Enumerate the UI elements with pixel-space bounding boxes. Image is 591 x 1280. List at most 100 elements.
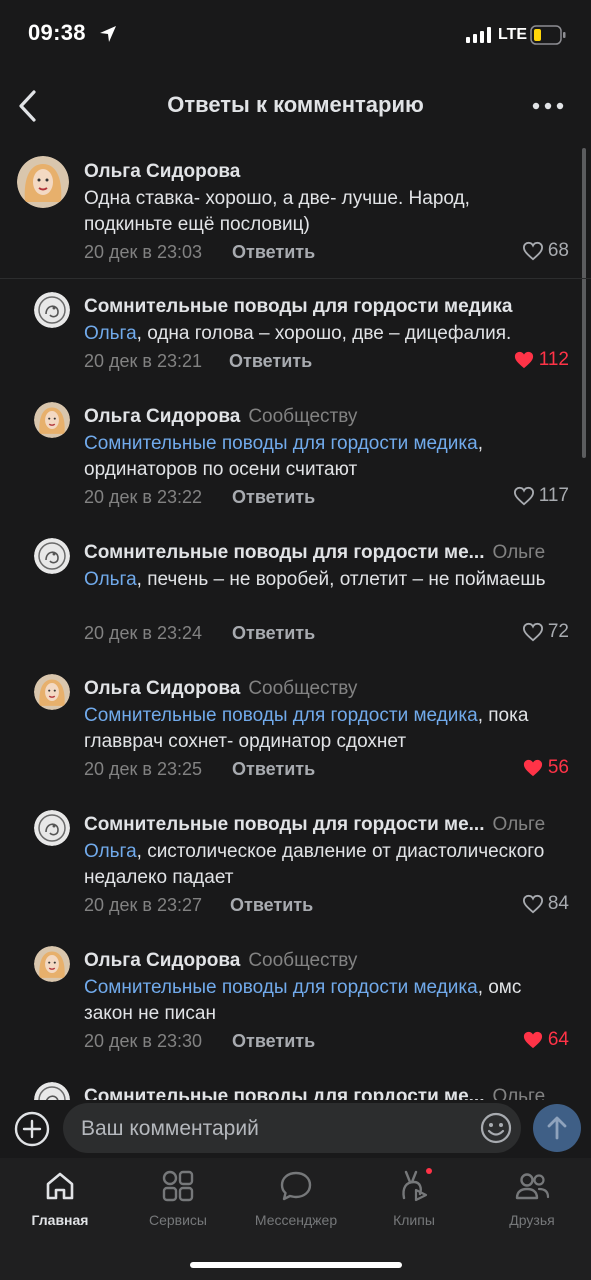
community-avatar[interactable]	[34, 538, 70, 574]
home-indicator[interactable]	[190, 1262, 402, 1268]
comment-author[interactable]: Ольга Сидорова	[84, 406, 240, 427]
status-bar: 09:38 LTE	[0, 0, 591, 70]
comment-body: , одна голова – хорошо, две – дицефалия.	[136, 323, 512, 344]
more-dots-icon[interactable]	[528, 94, 568, 118]
comment-item: Ольга Сидорова Сообществу Сомнительные по…	[0, 674, 591, 822]
location-arrow-icon	[100, 26, 116, 42]
comment-author[interactable]: Ольга Сидорова	[84, 161, 240, 182]
olga-avatar[interactable]	[34, 946, 70, 982]
reply-button[interactable]: Ответить	[230, 895, 313, 916]
send-button[interactable]	[533, 1104, 581, 1152]
like-count: 56	[547, 757, 569, 778]
heart-outline-icon	[522, 894, 543, 914]
reply-button[interactable]: Ответить	[232, 242, 315, 263]
reply-button[interactable]: Ответить	[232, 487, 315, 508]
tab-messenger[interactable]: Мессенджер	[241, 1168, 351, 1228]
like-button[interactable]: 117	[513, 485, 569, 507]
community-avatar[interactable]	[34, 292, 70, 328]
home-icon	[46, 1172, 74, 1200]
like-button[interactable]: 84	[522, 893, 569, 915]
comment-author[interactable]: Сомнительные поводы для гордости медика	[84, 296, 512, 317]
comment-input-placeholder: Ваш комментарий	[81, 1117, 259, 1140]
mention-link[interactable]: Ольга	[84, 323, 137, 344]
signal-icon	[466, 27, 491, 43]
emoji-icon[interactable]	[480, 1112, 512, 1144]
page-title: Ответы к комментарию	[167, 92, 424, 117]
heart-outline-icon	[522, 241, 543, 261]
tab-label: Друзья	[509, 1212, 555, 1228]
reply-target: Сообществу	[248, 678, 358, 699]
reply-button[interactable]: Ответить	[232, 623, 315, 644]
reply-target: Ольге	[492, 542, 546, 563]
like-button[interactable]: 56	[522, 757, 569, 779]
top-bar: Ответы к комментарию	[0, 70, 591, 142]
olga-avatar[interactable]	[34, 402, 70, 438]
clips-icon	[402, 1168, 432, 1202]
like-count: 72	[547, 621, 569, 642]
mention-link[interactable]: Сомнительные поводы для гордости медика	[84, 705, 478, 726]
tab-label: Мессенджер	[254, 1212, 338, 1228]
comment-item: Ольга Сидорова Сообществу Сомнительные по…	[0, 946, 591, 1094]
comment-date: 20 дек в 23:25	[84, 759, 203, 779]
comment-author[interactable]: Ольга Сидорова	[84, 950, 240, 971]
comment-author[interactable]: Сомнительные поводы для гордости ме...	[84, 542, 485, 564]
like-button[interactable]: 68	[522, 240, 569, 262]
network-type: LTE	[498, 26, 528, 43]
like-count: 84	[547, 893, 569, 914]
comment-input[interactable]: Ваш комментарий	[63, 1103, 521, 1153]
comment-composer: Ваш комментарий	[0, 1100, 591, 1158]
comment-header: Ольга Сидорова Сообществу	[84, 678, 571, 700]
reply-target: Сообществу	[248, 406, 358, 427]
mention-link[interactable]: Сомнительные поводы для гордости медика	[84, 977, 478, 998]
send-arrow-icon	[547, 1116, 567, 1140]
like-count: 112	[538, 349, 569, 370]
tab-friends[interactable]: Друзья	[477, 1168, 587, 1228]
comment-author[interactable]: Сомнительные поводы для гордости ме...	[84, 814, 485, 836]
like-count: 64	[547, 1029, 569, 1050]
comment-item: Сомнительные поводы для гордости ме... Ол…	[0, 538, 591, 686]
comment-author[interactable]: Ольга Сидорова	[84, 678, 240, 699]
comment-author[interactable]: Сомнительные поводы для гордости ме...	[84, 1086, 485, 1100]
comment-text: Ольга, одна голова – хорошо, две – дицеф…	[84, 321, 551, 347]
comment-date: 20 дек в 23:30	[84, 1031, 203, 1051]
comment-item: Ольга Сидорова Одна ставка- хорошо, а дв…	[0, 142, 591, 278]
like-button[interactable]: 112	[513, 349, 569, 371]
messenger-bubble-icon	[280, 1171, 312, 1201]
community-avatar[interactable]	[34, 810, 70, 846]
comment-text: Сомнительные поводы для гордости медика,…	[84, 703, 551, 755]
comment-header: Сомнительные поводы для гордости ме... Ол…	[84, 542, 571, 564]
plus-circle-icon[interactable]	[14, 1111, 50, 1147]
comment-date: 20 дек в 23:03	[84, 242, 203, 262]
heart-filled-icon	[523, 759, 542, 777]
comment-header: Ольга Сидорова Сообществу	[84, 950, 571, 972]
reply-button[interactable]: Ответить	[229, 351, 312, 372]
like-button[interactable]: 72	[522, 621, 569, 643]
comment-text: Ольга, печень – не воробей, отлетит – не…	[84, 567, 551, 593]
replies-feed: Ольга Сидорова Одна ставка- хорошо, а дв…	[0, 142, 591, 1100]
mention-link[interactable]: Ольга	[84, 569, 137, 590]
olga-avatar[interactable]	[34, 674, 70, 710]
tab-clips[interactable]: Клипы	[359, 1168, 469, 1228]
comment-date: 20 дек в 23:22	[84, 487, 203, 507]
tab-services[interactable]: Сервисы	[123, 1168, 233, 1228]
reply-button[interactable]: Ответить	[232, 1031, 315, 1052]
mention-link[interactable]: Ольга	[84, 841, 137, 862]
battery-icon	[530, 25, 566, 45]
like-count: 68	[547, 240, 569, 261]
tab-label: Клипы	[393, 1212, 435, 1228]
comment-body: , систолическое давление от диастолическ…	[84, 841, 545, 888]
heart-filled-icon	[523, 1031, 542, 1049]
tab-home[interactable]: Главная	[5, 1168, 115, 1228]
comment-date: 20 дек в 23:24	[84, 623, 203, 643]
comment-text: Ольга, систолическое давление от диастол…	[84, 839, 551, 891]
reply-button[interactable]: Ответить	[232, 759, 315, 780]
mention-link[interactable]: Сомнительные поводы для гордости медика	[84, 433, 478, 454]
comment-header: Ольга Сидорова Сообществу	[84, 406, 571, 428]
comment-text: Сомнительные поводы для гордости медика,…	[84, 431, 551, 483]
services-grid-icon	[162, 1170, 194, 1202]
comment-item: Сомнительные поводы для гордости медика …	[0, 278, 591, 414]
comment-text: Одна ставка- хорошо, а две- лучше. Народ…	[84, 186, 551, 238]
olga-avatar[interactable]	[17, 156, 69, 208]
comment-item: Сомнительные поводы для гордости ме... Ол…	[0, 810, 591, 958]
like-button[interactable]: 64	[522, 1029, 569, 1051]
